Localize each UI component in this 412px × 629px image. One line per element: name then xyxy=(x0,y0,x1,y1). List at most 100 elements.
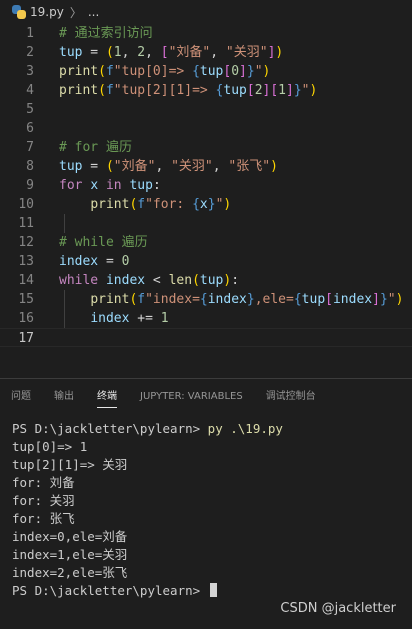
code-token: ,ele= xyxy=(254,292,294,307)
code-token: for xyxy=(59,178,83,193)
terminal-line: index=1,ele=关羽 xyxy=(12,546,407,564)
code-token: 1 xyxy=(113,45,122,60)
terminal-line: index=2,ele=张飞 xyxy=(12,564,407,582)
terminal-line: PS D:\jackletter\pylearn> py .\19.py xyxy=(12,420,407,438)
panel-tab[interactable]: 终端 xyxy=(97,380,117,414)
code-token: f xyxy=(105,83,114,98)
code-token: } xyxy=(246,292,255,307)
terminal-line: for: 刘备 xyxy=(12,474,407,492)
panel-tabs: 问题 输出 终端 JUPYTER: VARIABLES 调试控制台 xyxy=(0,380,412,414)
code-line[interactable]: 2 tup = (1, 2, ["刘备", "关羽"]) xyxy=(0,43,412,62)
line-number: 11 xyxy=(18,216,34,231)
code-line[interactable]: 4 print(f"tup[2][1]=> {tup[2][1]}") xyxy=(0,81,412,100)
panel-tab[interactable]: 输出 xyxy=(54,380,74,414)
code-line[interactable]: 13 index = 0 xyxy=(0,252,412,271)
terminal-line: PS D:\jackletter\pylearn> xyxy=(12,582,407,600)
terminal-output: tup[0]=> 1 xyxy=(12,439,88,454)
code-token: tup xyxy=(301,292,326,307)
code-token: "tup[2][1]=> xyxy=(113,83,216,98)
line-number: 4 xyxy=(26,83,34,98)
code-line[interactable]: 1 # 通过索引访问 xyxy=(0,24,412,43)
panel-divider xyxy=(0,378,412,379)
panel-tab[interactable]: 问题 xyxy=(11,380,31,414)
line-number: 1 xyxy=(26,26,34,41)
code-line[interactable]: 10 print(f"for: {x}") xyxy=(0,195,412,214)
code-token: < xyxy=(145,273,169,288)
code-line[interactable]: 12 # while 遍历 xyxy=(0,233,412,252)
code-token: , xyxy=(145,45,161,60)
code-text: index += 1 xyxy=(59,309,168,328)
code-token: "刘备" xyxy=(168,45,211,60)
code-token: { xyxy=(293,292,302,307)
code-line[interactable]: 16 index += 1 xyxy=(0,309,412,328)
terminal[interactable]: PS D:\jackletter\pylearn> py .\19.py tup[… xyxy=(12,420,407,600)
code-text: tup = (1, 2, ["刘备", "关羽"]) xyxy=(59,43,283,62)
code-token: "关羽" xyxy=(171,159,213,174)
code-text: # 通过索引访问 xyxy=(59,24,153,43)
code-token: print xyxy=(59,83,99,98)
code-text: print(f"tup[0]=> {tup[0]}") xyxy=(59,62,270,81)
code-token: index xyxy=(59,254,99,269)
terminal-cursor xyxy=(209,583,217,597)
line-number: 9 xyxy=(26,178,34,193)
code-token: [ xyxy=(160,45,169,60)
terminal-command: py .\19.py xyxy=(207,421,283,436)
code-token: "张飞" xyxy=(228,159,271,174)
code-token: 0 xyxy=(231,64,240,79)
code-token: tup xyxy=(59,159,83,174)
code-token: = xyxy=(82,159,106,174)
terminal-output: for: 刘备 xyxy=(12,475,75,490)
code-line[interactable]: 7 # for 遍历 xyxy=(0,138,412,157)
code-token: [ xyxy=(270,83,279,98)
line-number: 15 xyxy=(18,292,34,307)
code-token: tup xyxy=(223,83,247,98)
code-token: 2 xyxy=(137,45,146,60)
code-token: [ xyxy=(325,292,333,307)
code-token: 1 xyxy=(278,83,286,98)
code-token: ) xyxy=(309,83,318,98)
code-text: # for 遍历 xyxy=(59,138,132,157)
code-line[interactable]: 6 xyxy=(0,119,412,138)
code-token: tup xyxy=(59,45,83,60)
code-line[interactable]: 14 while index < len(tup): xyxy=(0,271,412,290)
code-token: ) xyxy=(223,197,232,212)
code-token: ( xyxy=(192,273,200,288)
code-token: # while 遍历 xyxy=(59,235,148,250)
panel-tab[interactable]: 调试控制台 xyxy=(266,380,316,414)
code-line[interactable]: 9 for x in tup: xyxy=(0,176,412,195)
code-line[interactable]: 15 print(f"index={index},ele={tup[index]… xyxy=(0,290,412,309)
code-text: while index < len(tup): xyxy=(59,271,239,290)
code-line[interactable]: 11 xyxy=(0,214,412,233)
code-token: x xyxy=(199,197,208,212)
code-line[interactable]: 5 xyxy=(0,100,412,119)
code-line[interactable]: 8 tup = ("刘备", "关羽", "张飞") xyxy=(0,157,412,176)
code-line[interactable]: 17 xyxy=(0,328,412,347)
code-token: index xyxy=(105,273,146,288)
line-number: 2 xyxy=(26,45,34,60)
terminal-output: index=2,ele=张飞 xyxy=(12,565,128,580)
code-editor[interactable]: 1 # 通过索引访问 2 tup = (1, 2, ["刘备", "关羽"]) 3 pri… xyxy=(0,24,412,356)
code-token: 0 xyxy=(121,254,130,269)
python-file-icon xyxy=(12,5,26,19)
code-token: tup xyxy=(199,273,224,288)
breadcrumb-separator-icon: 〉 xyxy=(69,5,82,20)
line-number: 3 xyxy=(26,64,34,79)
code-token: } xyxy=(379,292,388,307)
terminal-prompt: PS D:\jackletter\pylearn> xyxy=(12,421,208,436)
code-token: ] xyxy=(286,83,294,98)
code-token: while xyxy=(59,273,99,288)
code-token: f xyxy=(105,64,114,79)
code-line[interactable]: 3 print(f"tup[0]=> {tup[0]}") xyxy=(0,62,412,81)
line-number: 16 xyxy=(18,311,34,326)
code-token: { xyxy=(199,292,208,307)
breadcrumb-symbol[interactable]: ... xyxy=(88,5,99,19)
code-token: } xyxy=(293,83,302,98)
code-token: "tup[0]=> xyxy=(113,64,193,79)
panel-tab[interactable]: JUPYTER: VARIABLES xyxy=(140,380,243,414)
watermark: CSDN @jackletter xyxy=(280,601,396,616)
code-token: : xyxy=(152,178,161,193)
code-token: ) xyxy=(275,45,284,60)
breadcrumb-file[interactable]: 19.py xyxy=(30,5,64,19)
code-token: index xyxy=(332,292,373,307)
